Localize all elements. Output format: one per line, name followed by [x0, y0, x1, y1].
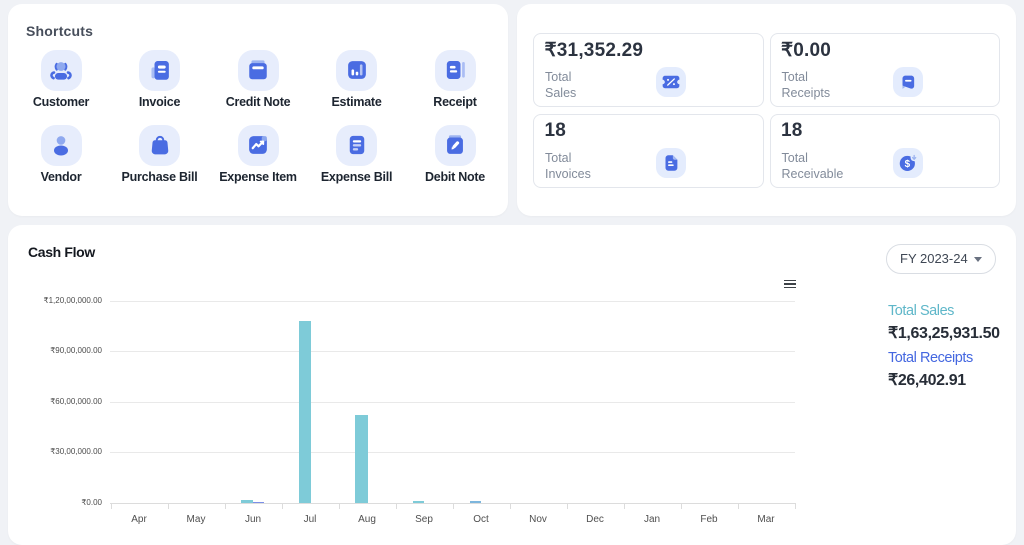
svg-text:$: $: [904, 159, 910, 170]
